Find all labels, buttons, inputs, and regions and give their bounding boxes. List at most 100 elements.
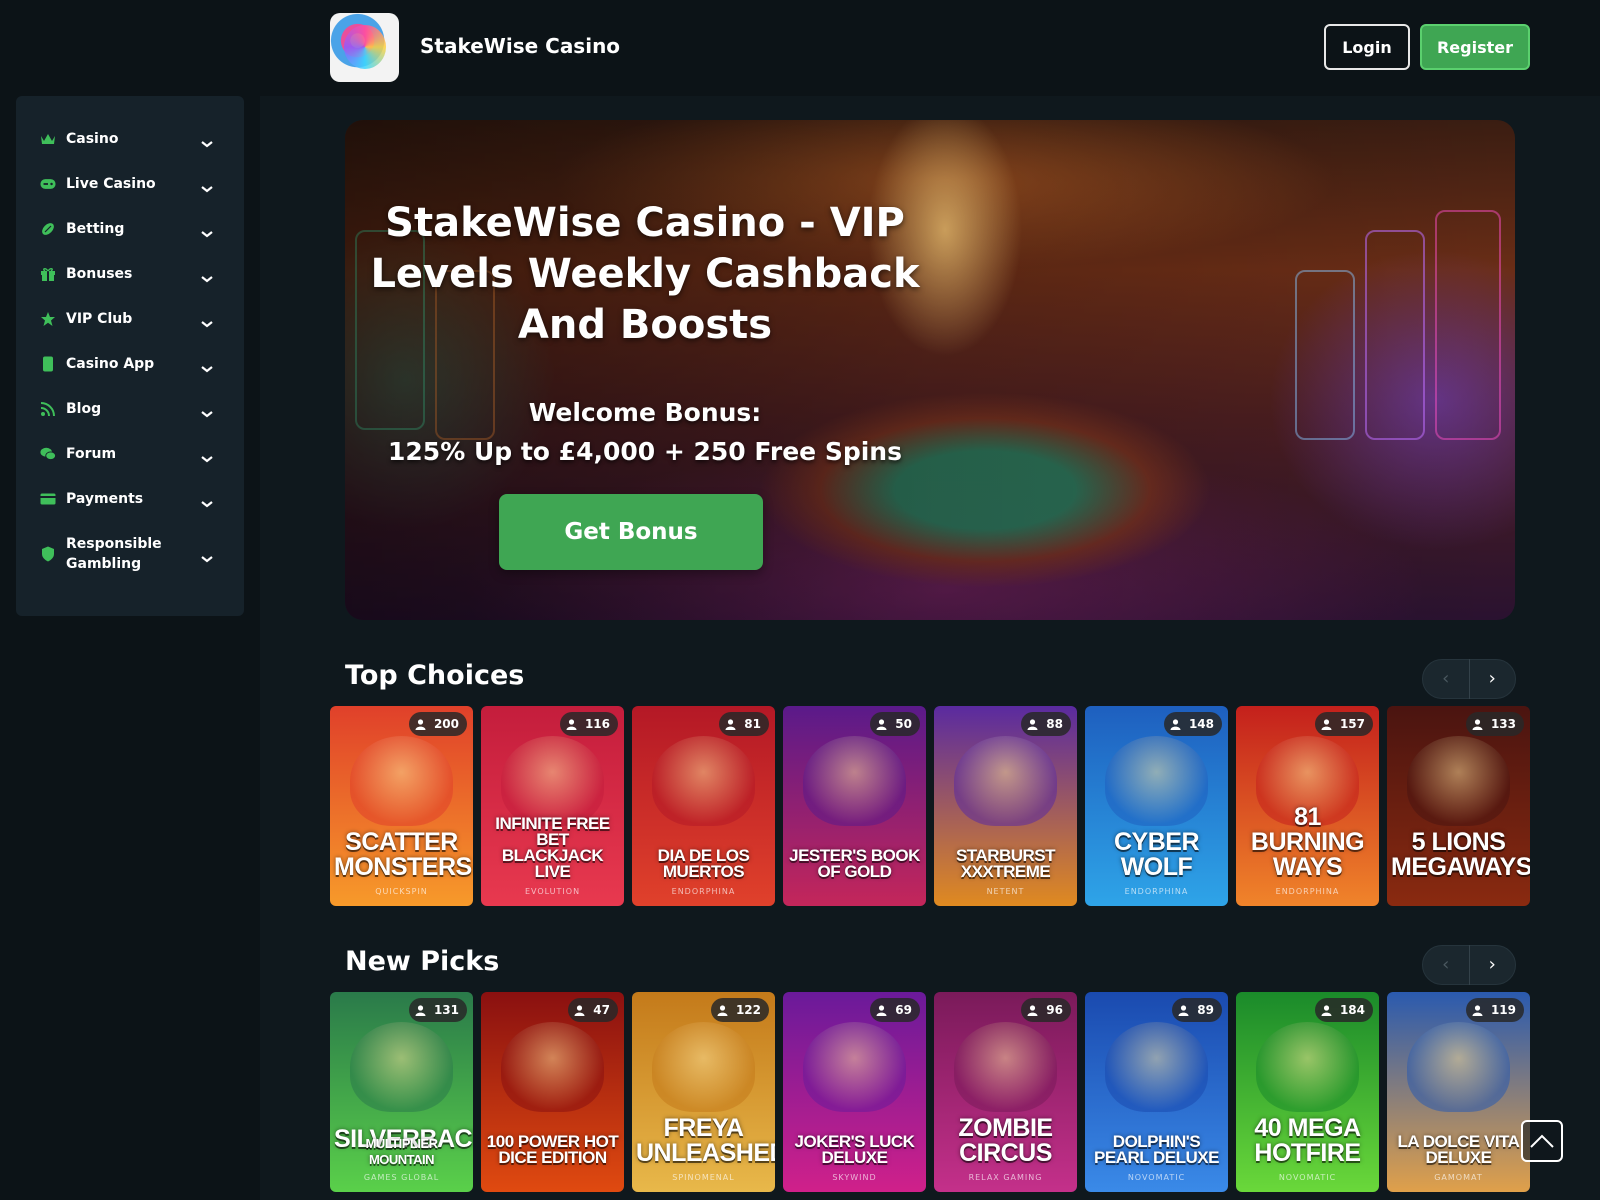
- game-card[interactable]: 184 40 MEGA HOTFIRE NOVOMATIC: [1236, 992, 1379, 1192]
- sidebar-item-bonuses[interactable]: Bonuses: [16, 251, 244, 296]
- game-card[interactable]: 47 100 POWER HOT DICE EDITION: [481, 992, 624, 1192]
- sidebar-item-label: Betting: [66, 220, 125, 237]
- game-title: DOLPHIN'S PEARL DELUXE: [1094, 1132, 1220, 1167]
- user-icon: [717, 1004, 732, 1016]
- register-button[interactable]: Register: [1420, 24, 1530, 70]
- casino-logo[interactable]: [330, 13, 399, 82]
- brand-name[interactable]: StakeWise Casino: [420, 34, 620, 58]
- chevron-down-icon[interactable]: [200, 449, 214, 462]
- player-count: 119: [1490, 1003, 1516, 1017]
- game-artwork: [652, 1022, 755, 1112]
- user-icon: [876, 718, 891, 730]
- rss-icon: [40, 401, 56, 417]
- star-icon: [40, 311, 56, 327]
- player-count-badge: 119: [1465, 998, 1524, 1022]
- mobile-icon: [40, 356, 56, 372]
- game-card[interactable]: 131SILVERBACKMULTIPLIER MOUNTAINGAMES GL…: [330, 992, 473, 1192]
- player-count-badge: 131: [408, 998, 467, 1022]
- sidebar-item-label: Casino App: [66, 355, 155, 372]
- chevron-down-icon[interactable]: [200, 134, 214, 147]
- game-provider: SKYWIND: [832, 1173, 877, 1182]
- chevron-down-icon[interactable]: [200, 404, 214, 417]
- top-choices-next-button[interactable]: ›: [1470, 659, 1516, 699]
- sidebar-item-forum[interactable]: Forum: [16, 431, 244, 476]
- game-artwork: [803, 1022, 906, 1112]
- player-count: 133: [1490, 717, 1516, 731]
- game-card[interactable]: 133 5 LIONS MEGAWAYS: [1387, 706, 1530, 906]
- user-icon: [566, 718, 581, 730]
- game-artwork: [1256, 1022, 1359, 1112]
- game-card[interactable]: 50 JESTER'S BOOK OF GOLD: [783, 706, 926, 906]
- player-count-badge: 88: [1021, 712, 1071, 736]
- top-choices-prev-button[interactable]: ‹: [1423, 659, 1470, 699]
- site-header: StakeWise Casino Login Register: [0, 0, 1600, 96]
- new-picks-prev-button[interactable]: ‹: [1423, 945, 1470, 985]
- sidebar-item-payments[interactable]: Payments: [16, 476, 244, 521]
- player-count-badge: 122: [710, 998, 769, 1022]
- game-card[interactable]: 88 STARBURST XXXTREME NETENT: [934, 706, 1077, 906]
- game-title: 5 LIONS MEGAWAYS: [1391, 828, 1530, 881]
- game-title: INFINITE FREE BET BLACKJACK LIVE: [495, 814, 610, 881]
- chevron-down-icon[interactable]: [200, 494, 214, 507]
- sidebar-item-casino[interactable]: Casino: [16, 116, 244, 161]
- game-card[interactable]: 122 FREYA UNLEASHED SPINOMENAL: [632, 992, 775, 1192]
- sidebar-item-betting[interactable]: Betting: [16, 206, 244, 251]
- game-card[interactable]: 96 ZOMBIE CIRCUS RELAX GAMING: [934, 992, 1077, 1192]
- game-artwork: [803, 736, 906, 826]
- user-icon: [876, 1004, 891, 1016]
- login-button[interactable]: Login: [1324, 24, 1410, 70]
- game-title: ZOMBIE CIRCUS: [958, 1114, 1053, 1167]
- chevron-down-icon[interactable]: [200, 224, 214, 237]
- chevron-down-icon[interactable]: [200, 314, 214, 327]
- sidebar-item-label: Forum: [66, 445, 117, 462]
- chevron-down-icon[interactable]: [200, 179, 214, 192]
- game-card[interactable]: 89 DOLPHIN'S PEARL DELUXE NOVOMATIC: [1085, 992, 1228, 1192]
- shield-icon: [40, 546, 56, 562]
- player-count: 122: [735, 1003, 761, 1017]
- player-count: 116: [584, 717, 610, 731]
- game-card[interactable]: 200 SCATTER MONSTERS QUICKSPIN: [330, 706, 473, 906]
- game-artwork: [1105, 736, 1208, 826]
- game-provider: GAMES GLOBAL: [363, 1173, 440, 1182]
- get-bonus-button[interactable]: Get Bonus: [499, 494, 763, 570]
- chevron-down-icon[interactable]: [200, 549, 214, 563]
- player-count-badge: 50: [870, 712, 920, 736]
- player-count-badge: 148: [1163, 712, 1222, 736]
- game-card[interactable]: 116 INFINITE FREE BET BLACKJACK LIVE EVOLU…: [481, 706, 624, 906]
- sidebar-item-casino-app[interactable]: Casino App: [16, 341, 244, 386]
- sidebar-item-label: VIP Club: [66, 310, 133, 327]
- game-card[interactable]: 148 CYBER WOLF ENDORPHINA: [1085, 706, 1228, 906]
- user-icon: [1321, 1004, 1336, 1016]
- game-card[interactable]: 119 LA DOLCE VITA DELUXE GAMOMAT: [1387, 992, 1530, 1192]
- sidebar-item-vip-club[interactable]: VIP Club: [16, 296, 244, 341]
- sidebar-item-live-casino[interactable]: Live Casino: [16, 161, 244, 206]
- credit-card-icon: [40, 491, 56, 507]
- player-count-badge: 157: [1314, 712, 1373, 736]
- new-picks-row: 131SILVERBACKMULTIPLIER MOUNTAINGAMES GL…: [330, 992, 1530, 1192]
- game-provider: GAMOMAT: [1434, 1173, 1483, 1182]
- sidebar-item-blog[interactable]: Blog: [16, 386, 244, 431]
- top-choices-title: Top Choices: [345, 660, 525, 691]
- sidebar-item-label: Blog: [66, 400, 102, 417]
- user-icon: [1472, 1004, 1487, 1016]
- player-count: 148: [1188, 717, 1214, 731]
- gamepad-icon: [40, 176, 56, 192]
- new-picks-next-button[interactable]: ›: [1470, 945, 1516, 985]
- game-provider: ENDORPHINA: [1124, 887, 1189, 896]
- sidebar-nav: Casino Live Casino Betting Bonuses VIP Club C…: [16, 96, 244, 616]
- chevron-down-icon[interactable]: [200, 269, 214, 282]
- game-artwork: [1407, 736, 1510, 826]
- player-count: 88: [1046, 717, 1063, 731]
- sidebar-item-label: Bonuses: [66, 265, 133, 282]
- game-card[interactable]: 157 81 BURNING WAYS ENDORPHINA: [1236, 706, 1379, 906]
- football-icon: [40, 221, 56, 237]
- hero-banner: StakeWise Casino - VIP Levels Weekly Cas…: [345, 120, 1515, 620]
- chevron-down-icon[interactable]: [200, 359, 214, 372]
- game-card[interactable]: 69 JOKER'S LUCK DELUXE SKYWIND: [783, 992, 926, 1192]
- game-artwork: [954, 1022, 1057, 1112]
- game-card[interactable]: 81 DIA DE LOS MUERTOS ENDORPHINA: [632, 706, 775, 906]
- player-count-badge: 89: [1172, 998, 1222, 1022]
- sidebar-item-responsible-gambling[interactable]: Responsible Gambling: [16, 521, 244, 587]
- game-title: 81 BURNING WAYS: [1250, 803, 1365, 881]
- scroll-to-top-button[interactable]: [1521, 1120, 1563, 1162]
